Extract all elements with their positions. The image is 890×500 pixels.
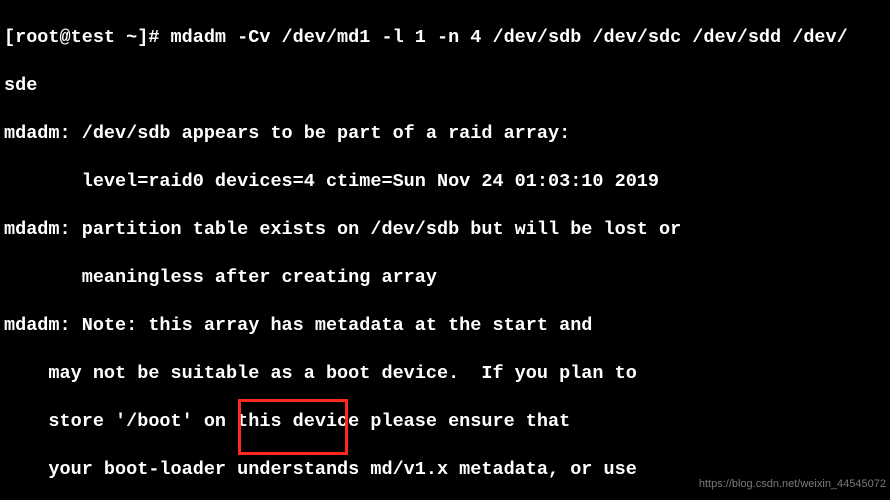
output-line: mdadm: /dev/sdb appears to be part of a … — [4, 122, 886, 146]
terminal-output[interactable]: [root@test ~]# mdadm -Cv /dev/md1 -l 1 -… — [0, 0, 890, 500]
output-line: meaningless after creating array — [4, 266, 886, 290]
output-line: mdadm: partition table exists on /dev/sd… — [4, 218, 886, 242]
watermark-text: https://blog.csdn.net/weixin_44545072 — [699, 472, 886, 496]
output-line: mdadm: Note: this array has metadata at … — [4, 314, 886, 338]
output-line: sde — [4, 74, 886, 98]
output-line: store '/boot' on this device please ensu… — [4, 410, 886, 434]
output-line: [root@test ~]# mdadm -Cv /dev/md1 -l 1 -… — [4, 26, 886, 50]
output-line: level=raid0 devices=4 ctime=Sun Nov 24 0… — [4, 170, 886, 194]
output-line: may not be suitable as a boot device. If… — [4, 362, 886, 386]
